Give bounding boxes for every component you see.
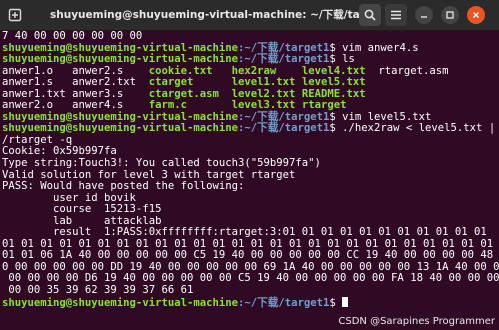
command-text: ./hex2raw < level5.txt | . bbox=[342, 122, 499, 135]
maximize-icon bbox=[446, 11, 454, 19]
text-cursor bbox=[342, 296, 349, 307]
output-text: Cookie: 0x59b997fa bbox=[2, 145, 117, 158]
search-button[interactable] bbox=[359, 4, 381, 26]
prompt-symbol: $ bbox=[329, 53, 343, 66]
output-text: 00 00 35 39 62 39 39 37 66 61 bbox=[2, 284, 194, 297]
output-text: 00 00 00 00 D6 19 40 00 00 00 00 00 C5 1… bbox=[2, 272, 499, 285]
output-text: /rtarget -q bbox=[2, 133, 73, 146]
watermark: CSDN @Sarapines Programmer bbox=[338, 316, 495, 327]
file-entry: ctarget bbox=[148, 76, 232, 89]
prompt-symbol: $ bbox=[329, 122, 343, 135]
file-entry: hex2raw bbox=[231, 64, 302, 77]
command-text: vim anwer4.s bbox=[342, 41, 419, 54]
file-entry: rtarget bbox=[301, 99, 379, 112]
output-text: 01 01 06 1A 40 00 00 00 00 00 C5 19 40 0… bbox=[2, 249, 499, 262]
maximize-button[interactable] bbox=[441, 6, 459, 24]
window-title: shuyueming@shuyueming-virtual-machine: ~… bbox=[50, 9, 379, 21]
terminal-window: shuyueming@shuyueming-virtual-machine: ~… bbox=[0, 0, 499, 330]
terminal-output[interactable]: 7 40 00 00 00 00 00 00 shuyueming@shuyuem… bbox=[0, 31, 499, 330]
file-entry: cookie.txt bbox=[148, 64, 232, 77]
file-entry: level1.txt bbox=[231, 76, 302, 89]
file-entry: ctarget.asm bbox=[148, 87, 232, 100]
file-entry: anwer3.s bbox=[72, 87, 149, 100]
file-entry: anwer4.s bbox=[72, 99, 149, 112]
output-line: 00 00 35 39 62 39 39 37 66 61 bbox=[2, 284, 499, 297]
command-line: shuyueming@shuyueming-virtual-machine:~/… bbox=[2, 123, 499, 135]
command-line: shuyueming@shuyueming-virtual-machine:~/… bbox=[2, 296, 499, 309]
search-icon bbox=[364, 9, 376, 21]
minimize-icon bbox=[421, 16, 427, 18]
file-entry: README.txt bbox=[301, 87, 379, 100]
file-entry: anwer1.txt bbox=[2, 87, 73, 100]
file-entry: level2.txt bbox=[231, 87, 302, 100]
file-entry: level3.txt bbox=[231, 99, 302, 112]
file-entry: anwer2.s bbox=[72, 64, 149, 77]
prompt-symbol: $ bbox=[329, 41, 343, 54]
file-entry: anwer1.o bbox=[2, 64, 73, 77]
output-text: user id bovik bbox=[2, 191, 136, 204]
minimize-button[interactable] bbox=[415, 6, 433, 24]
prompt-path: :~/下载/target1 bbox=[238, 41, 330, 54]
output-text: 0 00 00 00 00 00 DD 19 40 00 00 00 00 00… bbox=[2, 260, 499, 273]
file-entry: farm.c bbox=[148, 99, 232, 112]
output-text: result 1:PASS:0xffffffff:rtarget:3:01 01… bbox=[2, 226, 487, 239]
output-text: Type string:Touch3!: You called touch3("… bbox=[2, 157, 321, 170]
prompt-user: shuyueming@shuyueming-virtual-machine bbox=[2, 122, 238, 135]
menu-button[interactable] bbox=[385, 4, 407, 26]
output-text: lab attacklab bbox=[2, 214, 162, 227]
prompt-path: :~/下载/target1 bbox=[238, 53, 330, 66]
output-text: course 15213-f15 bbox=[2, 203, 162, 216]
hamburger-menu-icon bbox=[391, 10, 401, 20]
file-entry: anwer1.s bbox=[2, 76, 73, 89]
command-text: ls bbox=[342, 53, 355, 66]
output-text: 01 01 01 01 01 01 01 01 01 01 01 01 01 0… bbox=[2, 237, 494, 250]
new-tab-button[interactable] bbox=[4, 4, 26, 26]
prompt-path: :~/下载/target1 bbox=[238, 296, 330, 309]
prompt-user: shuyueming@shuyueming-virtual-machine bbox=[2, 53, 238, 66]
close-button[interactable] bbox=[467, 6, 485, 24]
prompt-user: shuyueming@shuyueming-virtual-machine bbox=[2, 296, 238, 309]
prompt-user: shuyueming@shuyueming-virtual-machine bbox=[2, 41, 238, 54]
file-entry: anwer2.txt bbox=[72, 76, 149, 89]
output-text: PASS: Would have posted the following: bbox=[2, 180, 245, 193]
close-icon bbox=[473, 12, 479, 18]
output-text: Valid solution for level 3 with target r… bbox=[2, 168, 296, 181]
file-entry: level5.txt bbox=[301, 76, 379, 89]
file-entry: rtarget.asm bbox=[378, 64, 449, 77]
output-text: 7 40 00 00 00 00 00 00 bbox=[2, 31, 143, 42]
file-entry: level4.txt bbox=[301, 64, 379, 77]
prompt-path: :~/下载/target1 bbox=[238, 122, 330, 135]
new-tab-icon bbox=[8, 8, 22, 22]
title-bar: shuyueming@shuyueming-virtual-machine: ~… bbox=[0, 0, 499, 31]
prompt-symbol: $ bbox=[329, 296, 343, 309]
file-entry: anwer2.o bbox=[2, 99, 73, 112]
